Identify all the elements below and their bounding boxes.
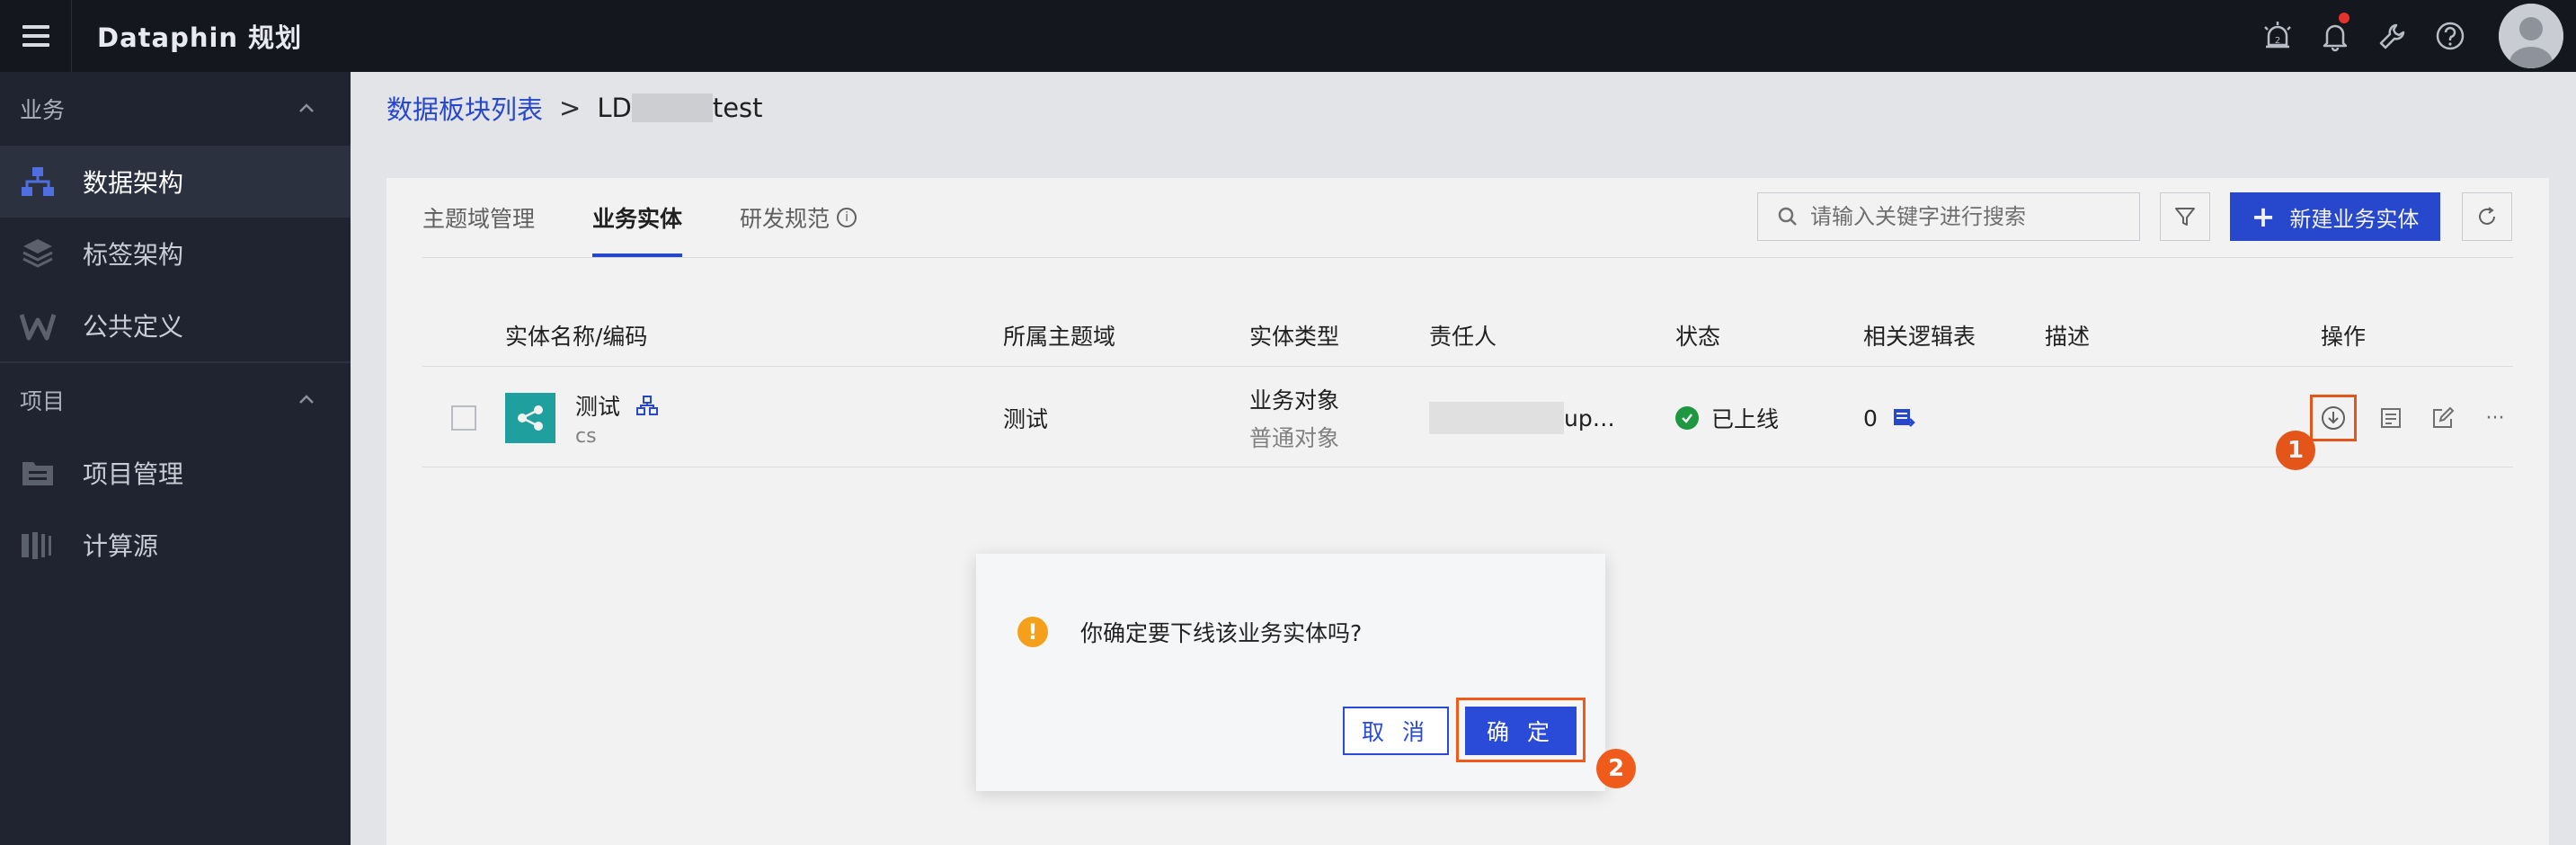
sidebar-item-label: 公共定义 [83, 312, 184, 342]
chevron-up-icon [299, 395, 314, 404]
compute-icon [20, 527, 56, 563]
sidebar: 业务 数据架构 标签架构 公共定义 项目 项目管理 计算源 [0, 72, 351, 845]
sidebar-group-project[interactable]: 项目 [0, 363, 351, 437]
cancel-button[interactable]: 取 消 [1343, 707, 1449, 755]
app-title: Dataphin 规划 [97, 22, 303, 53]
sidebar-item-label: 项目管理 [83, 459, 184, 489]
bell-icon[interactable] [2306, 0, 2364, 72]
avatar[interactable] [2499, 4, 2563, 68]
sidebar-item-public-definition[interactable]: 公共定义 [0, 289, 351, 361]
menu-icon[interactable] [0, 0, 72, 72]
alarm-icon[interactable]: 2 [2249, 0, 2306, 72]
layers-icon [20, 236, 56, 271]
sidebar-group-label: 项目 [20, 388, 66, 414]
w-icon [20, 307, 56, 343]
help-icon[interactable] [2421, 0, 2479, 72]
sidebar-item-label: 计算源 [83, 531, 159, 561]
confirm-button[interactable]: 确 定 [1465, 707, 1577, 755]
folder-icon [20, 455, 56, 491]
warning-icon: ! [1017, 617, 1048, 647]
top-bar: Dataphin 规划 2 [0, 0, 2576, 72]
notification-dot [2339, 13, 2349, 23]
sidebar-group-label: 业务 [20, 97, 66, 123]
sidebar-item-data-architecture[interactable]: 数据架构 [0, 146, 351, 218]
top-icons: 2 [2249, 0, 2576, 72]
step-badge-2: 2 [1596, 749, 1636, 788]
sidebar-group-business[interactable]: 业务 [0, 72, 351, 146]
chevron-up-icon [299, 103, 314, 112]
wrench-icon[interactable] [2364, 0, 2421, 72]
sidebar-item-tag-architecture[interactable]: 标签架构 [0, 218, 351, 289]
sidebar-item-label: 标签架构 [83, 240, 184, 270]
sidebar-item-compute-source[interactable]: 计算源 [0, 509, 351, 581]
sidebar-item-label: 数据架构 [83, 168, 184, 198]
confirm-dialog: ! 你确定要下线该业务实体吗? 取 消 确 定 [976, 554, 1605, 791]
dialog-message: 你确定要下线该业务实体吗? [1080, 620, 1363, 646]
hierarchy-icon [20, 164, 56, 200]
svg-text:2: 2 [2275, 36, 2280, 46]
sidebar-item-project-management[interactable]: 项目管理 [0, 437, 351, 509]
